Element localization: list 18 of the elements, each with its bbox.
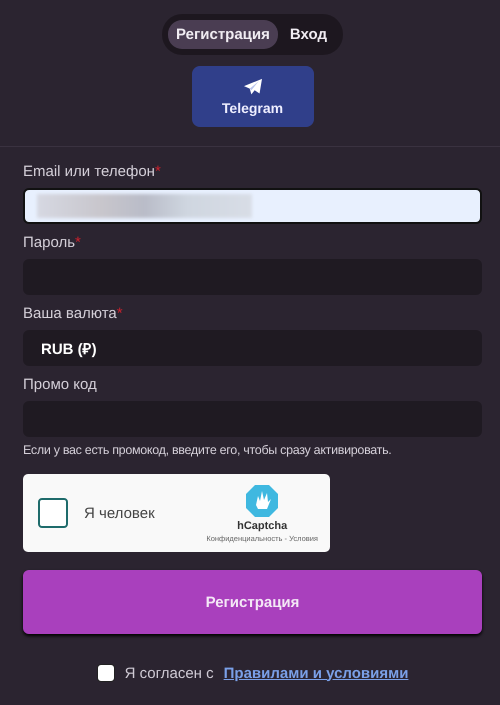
input-field[interactable] [23, 188, 482, 224]
field-label: Промо код [23, 376, 97, 393]
captcha-label: Я человек [84, 504, 156, 522]
input-field[interactable]: RUB (₽) [23, 330, 482, 366]
field-label: Ваша валюта* [23, 305, 123, 322]
register-button[interactable]: Регистрация [23, 570, 482, 634]
paper-plane-icon [242, 78, 262, 96]
hint-text: Если у вас есть промокод, введите его, чтобы сразу активировать. [23, 443, 392, 457]
telegram-button[interactable]: Telegram [192, 66, 314, 127]
field-label: Email или телефон* [23, 163, 161, 180]
captcha-brand: hCaptcha [237, 520, 288, 532]
agree-checkbox[interactable] [96, 664, 115, 682]
terms-link[interactable]: Правилами и условиями [224, 664, 408, 682]
field-label: Пароль* [23, 234, 81, 251]
agreement-text: Я согласен с [124, 664, 214, 682]
tab[interactable]: Регистрация [168, 20, 278, 49]
checkbox[interactable] [38, 498, 68, 528]
tab[interactable]: Вход [282, 20, 335, 49]
